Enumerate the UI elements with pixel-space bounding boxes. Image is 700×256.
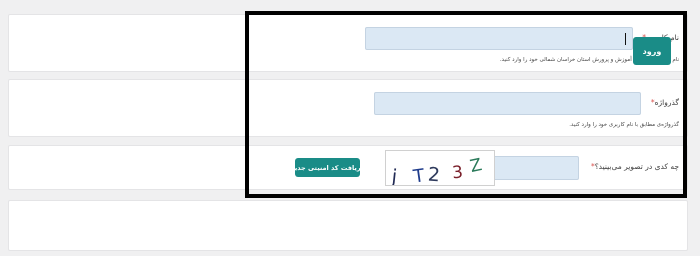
captcha-label: چه کدی در تصویر می‌بینید؟* [590, 162, 679, 171]
captcha-input[interactable] [493, 156, 579, 180]
captcha-char: Z [468, 155, 484, 177]
captcha-char: 2 [427, 164, 441, 186]
captcha-char: 3 [451, 162, 464, 183]
captcha-svg: j T 2 3 Z [390, 155, 484, 186]
captcha-image: j T 2 3 Z [385, 150, 495, 186]
text-caret [625, 33, 626, 45]
password-input[interactable] [374, 92, 641, 115]
captcha-card: چه کدی در تصویر می‌بینید؟* j T 2 3 Z دری… [8, 145, 688, 190]
captcha-char: T [411, 165, 427, 186]
password-hint: گذرواژه‌ی مطابق با نام کاربری خود را وار… [569, 122, 679, 128]
username-card: نام کاربری* نام کاربری اداره کل آموزش و … [8, 14, 688, 72]
username-input[interactable] [365, 27, 633, 50]
submit-card: ورود [8, 37, 688, 251]
login-button[interactable]: ورود [633, 37, 671, 65]
captcha-char: j [390, 166, 399, 186]
refresh-captcha-button[interactable]: دریافت کد امنیتی جدید [291, 158, 364, 177]
password-label: گذرواژه* [650, 98, 679, 107]
password-card: گذرواژه* گذرواژه‌ی مطابق با نام کاربری خ… [8, 79, 688, 137]
